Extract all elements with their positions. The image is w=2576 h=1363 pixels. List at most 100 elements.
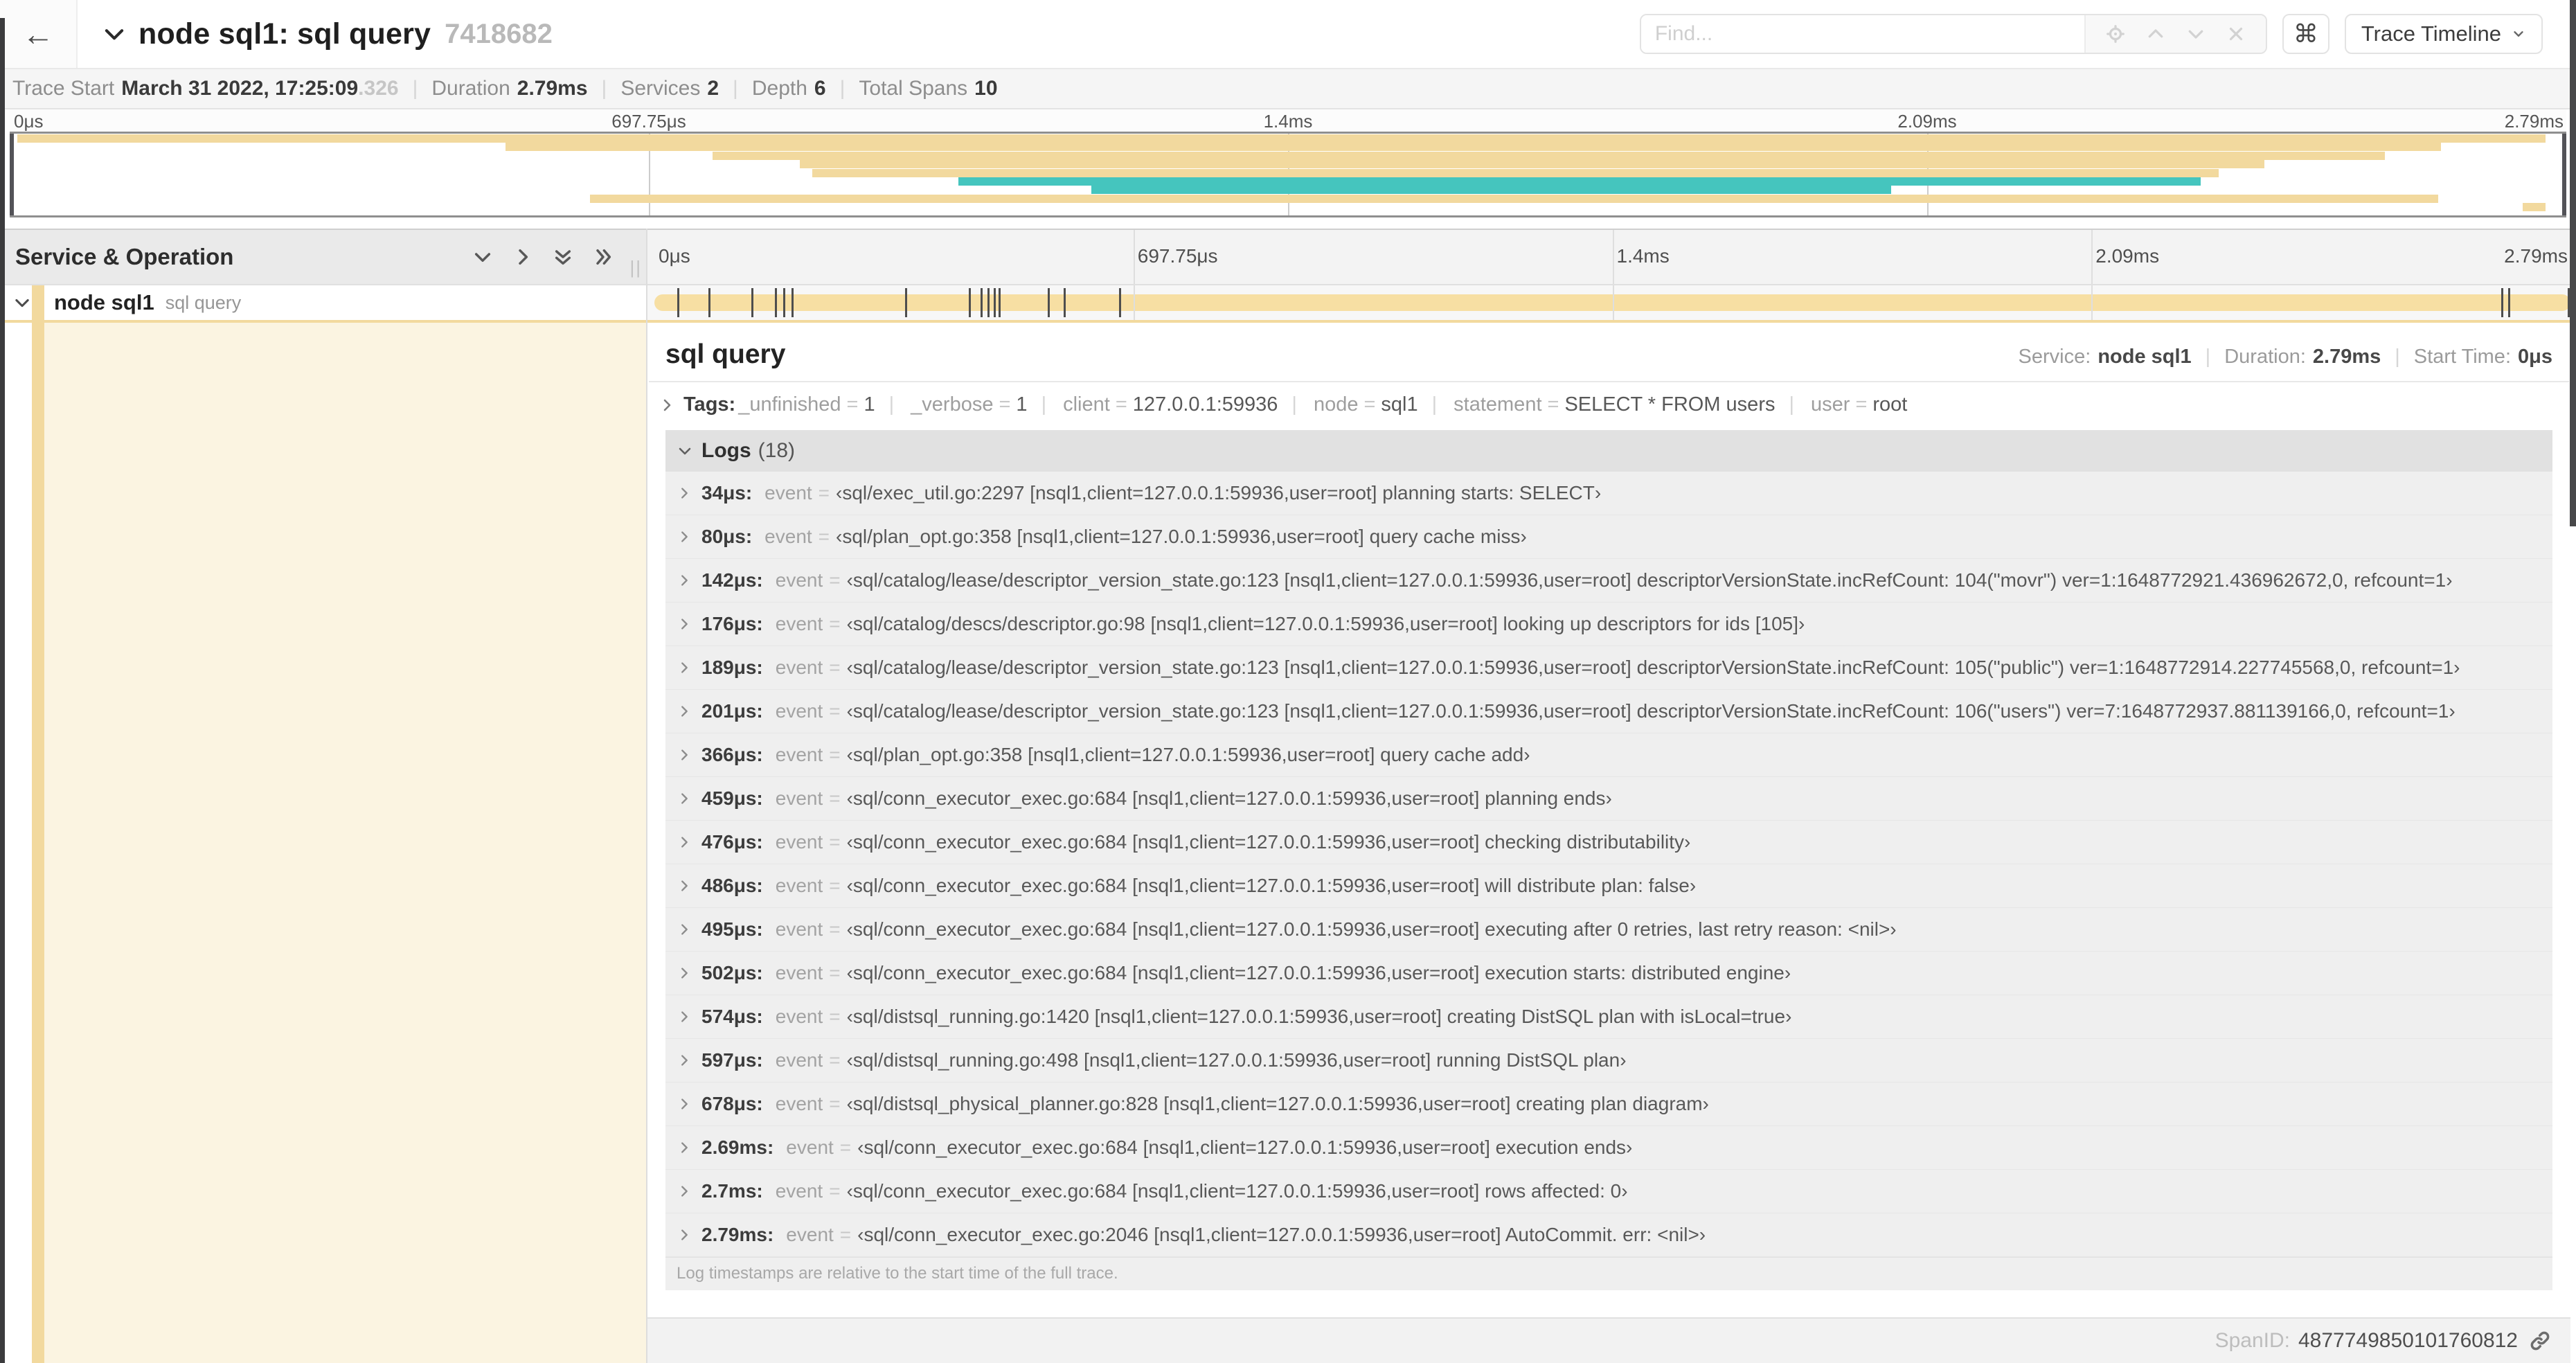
logs-chevron-down-icon (679, 447, 691, 455)
log-row[interactable]: 476μs: event = ‹sql/conn_executor_exec.g… (665, 821, 2552, 864)
span-row-timeline[interactable] (647, 285, 2576, 320)
log-chevron-right-icon (681, 618, 688, 630)
log-timestamp: 34μs: (701, 482, 753, 504)
expand-one-chevron-right-icon[interactable] (512, 246, 534, 268)
equals-sign: = (829, 918, 841, 940)
timeline-ruler: 0μs 697.75μs 1.4ms 2.09ms 2.79ms (647, 230, 2576, 284)
log-chevron-right-icon (681, 793, 688, 804)
ruler-tick-label: 1.4ms (1263, 111, 1313, 132)
log-value: ‹sql/conn_executor_exec.go:684 [nsql1,cl… (857, 1137, 1633, 1158)
log-chevron-right-icon (681, 706, 688, 717)
tag-value: root (1872, 393, 1908, 416)
trace-info-value: 10 (974, 77, 998, 100)
log-row[interactable]: 142μs: event = ‹sql/catalog/lease/descri… (665, 559, 2552, 603)
log-row[interactable]: 34μs: event = ‹sql/exec_util.go:2297 [ns… (665, 472, 2552, 515)
separator: | (733, 77, 738, 100)
log-field-name: event (775, 744, 823, 765)
tags-row[interactable]: Tags: _unfinished = 1 | _verbose = 1 | clien… (649, 381, 2569, 430)
tag-key: node (1313, 393, 1359, 416)
collapse-trace-chevron-down-icon[interactable] (101, 21, 127, 47)
equals-sign: = (829, 1093, 841, 1114)
log-row[interactable]: 2.79ms: event = ‹sql/conn_executor_exec.… (665, 1213, 2552, 1257)
vertical-scrollbar-thumb[interactable] (2570, 0, 2576, 526)
span-row-name-column[interactable]: node sql1 sql query (0, 285, 647, 320)
log-field-name: event (764, 482, 812, 504)
command-icon: ⌘ (2293, 19, 2318, 48)
log-row[interactable]: 176μs: event = ‹sql/catalog/descs/descri… (665, 603, 2552, 646)
locate-icon[interactable] (2095, 24, 2136, 44)
log-value: ‹sql/conn_executor_exec.go:684 [nsql1,cl… (846, 918, 1897, 940)
log-event-tick (993, 288, 996, 317)
log-row[interactable]: 80μs: event = ‹sql/plan_opt.go:358 [nsql… (665, 515, 2552, 559)
log-row[interactable]: 495μs: event = ‹sql/conn_executor_exec.g… (665, 908, 2552, 952)
trace-info-label: Services (620, 77, 701, 100)
trace-info-item: Services 2 (620, 77, 719, 100)
log-timestamp: 2.7ms: (701, 1180, 763, 1202)
minimap-right-scrubber[interactable] (2562, 134, 2566, 215)
log-row[interactable]: 597μs: event = ‹sql/distsql_running.go:4… (665, 1039, 2552, 1083)
log-row[interactable]: 459μs: event = ‹sql/conn_executor_exec.g… (665, 777, 2552, 821)
log-value: ‹sql/conn_executor_exec.go:684 [nsql1,cl… (846, 875, 1697, 896)
trace-info-value: 2.79ms (517, 77, 588, 100)
log-timestamp: 201μs: (701, 700, 763, 722)
log-field-name: event (775, 1093, 823, 1114)
trace-info-label: Trace Start (12, 77, 115, 100)
log-chevron-right-icon (681, 1142, 688, 1153)
log-row[interactable]: 201μs: event = ‹sql/catalog/lease/descri… (665, 690, 2552, 733)
log-row[interactable]: 502μs: event = ‹sql/conn_executor_exec.g… (665, 952, 2552, 995)
prev-match-chevron-up-icon[interactable] (2136, 24, 2176, 44)
span-meta-label: Start Time: (2413, 346, 2511, 368)
span-collapse-chevron-down-icon[interactable] (12, 293, 32, 312)
back-button[interactable]: ← (0, 0, 78, 68)
log-row[interactable]: 2.69ms: event = ‹sql/conn_executor_exec.… (665, 1126, 2552, 1170)
minimap-left-scrubber[interactable] (10, 134, 14, 215)
equals-sign: = (829, 657, 841, 678)
span-color-strip (32, 285, 44, 320)
log-row[interactable]: 366μs: event = ‹sql/plan_opt.go:358 [nsq… (665, 733, 2552, 777)
column-resize-grip[interactable]: || (629, 257, 642, 278)
log-value: ‹sql/plan_opt.go:358 [nsql1,client=127.0… (836, 526, 1527, 547)
trace-info-label: Total Spans (859, 77, 968, 100)
expand-all-double-chevron-right-icon[interactable] (592, 246, 614, 268)
log-row[interactable]: 189μs: event = ‹sql/catalog/lease/descri… (665, 646, 2552, 690)
copy-link-icon[interactable] (2529, 1330, 2551, 1352)
tag-item: node = sql1 (1311, 393, 1418, 416)
ruler-tick-label: 0μs (659, 245, 690, 267)
log-field-name: event (764, 526, 812, 547)
gridline (2091, 230, 2093, 284)
logs-header[interactable]: Logs (18) (665, 430, 2552, 472)
span-meta-item: Start Time: 0μs (2414, 346, 2552, 368)
collapse-all-double-chevron-down-icon[interactable] (552, 246, 574, 268)
tag-value: 127.0.0.1:59936 (1132, 393, 1278, 416)
next-match-chevron-down-icon[interactable] (2176, 24, 2216, 44)
trace-info-bar: Trace Start March 31 2022, 17:25:09.326 |… (0, 69, 2576, 109)
separator: | (888, 393, 895, 416)
trace-info-label: Depth (751, 77, 807, 100)
keyboard-shortcuts-button[interactable]: ⌘ (2282, 14, 2329, 54)
log-event-tick (708, 288, 711, 317)
view-selector-button[interactable]: Trace Timeline (2344, 14, 2543, 54)
clear-search-icon[interactable] (2216, 24, 2256, 44)
log-event-tick (791, 288, 794, 317)
detail-row-left-column (0, 323, 647, 1363)
equals-sign: = (846, 393, 859, 416)
log-row[interactable]: 486μs: event = ‹sql/conn_executor_exec.g… (665, 864, 2552, 908)
log-row[interactable]: 574μs: event = ‹sql/distsql_running.go:1… (665, 995, 2552, 1039)
log-row[interactable]: 2.7ms: event = ‹sql/conn_executor_exec.g… (665, 1170, 2552, 1213)
log-row[interactable]: 678μs: event = ‹sql/distsql_physical_pla… (665, 1083, 2552, 1126)
span-id-label: SpanID: (2215, 1329, 2290, 1352)
equals-sign: = (829, 1006, 841, 1027)
span-meta-label: Service: (2018, 346, 2091, 368)
find-input[interactable] (1640, 15, 2084, 53)
minimap-canvas[interactable] (10, 132, 2566, 217)
log-timestamp: 597μs: (701, 1049, 763, 1071)
log-timestamp: 142μs: (701, 569, 763, 591)
log-value: ‹sql/catalog/lease/descriptor_version_st… (846, 657, 2460, 678)
log-value: ‹sql/conn_executor_exec.go:684 [nsql1,cl… (846, 962, 1791, 983)
log-value: ‹sql/catalog/lease/descriptor_version_st… (846, 700, 2456, 722)
log-timestamp: 495μs: (701, 918, 763, 940)
ruler-tick-label: 697.75μs (1137, 245, 1218, 267)
collapse-one-chevron-down-icon[interactable] (472, 246, 494, 268)
tags-chevron-right-icon (663, 399, 671, 411)
ruler-tick-label: 1.4ms (1616, 245, 1670, 267)
